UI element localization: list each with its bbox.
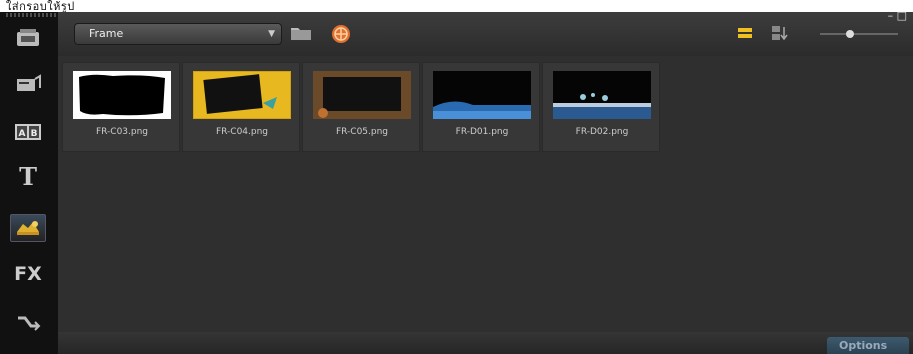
file-name: FR-D01.png — [455, 127, 509, 137]
thumbnail-frame-blue-wave — [433, 71, 531, 119]
list-item[interactable]: FR-D02.png — [542, 62, 660, 152]
file-name: FR-C03.png — [95, 127, 149, 137]
svg-text:A: A — [19, 129, 26, 139]
filter-icon[interactable]: FX — [10, 260, 46, 288]
media-library-icon[interactable] — [10, 24, 46, 52]
thumbnail-frame-torn-white — [73, 71, 171, 119]
status-bar: Options — [58, 332, 913, 354]
category-dropdown[interactable]: Frame ▼ — [74, 23, 282, 45]
folder-icon[interactable] — [290, 24, 312, 44]
file-name: FR-D02.png — [575, 127, 629, 137]
filter-icon-label: FX — [14, 263, 42, 285]
thumbnail-grid: FR-C03.png FR-C04.png FR-C05.png FR-D01.… — [58, 56, 913, 332]
thumbnail-frame-blue-splash — [553, 71, 651, 119]
library-toolbar: Frame ▼ – □ — [58, 9, 913, 56]
path-icon[interactable] — [10, 308, 46, 336]
library-sidebar: AB T FX — [0, 12, 66, 354]
list-view-icon[interactable] — [736, 24, 758, 44]
graphic-icon[interactable] — [10, 214, 46, 242]
drag-handle[interactable] — [6, 13, 66, 17]
list-item[interactable]: FR-C05.png — [302, 62, 420, 152]
zoom-slider[interactable] — [816, 24, 902, 44]
file-name: FR-C05.png — [335, 127, 389, 137]
file-name: FR-C04.png — [215, 127, 269, 137]
svg-text:B: B — [31, 129, 38, 139]
chevron-down-icon: ▼ — [268, 29, 275, 39]
list-item[interactable]: FR-D01.png — [422, 62, 540, 152]
options-button[interactable]: Options — [827, 337, 909, 354]
sort-icon[interactable] — [770, 24, 792, 44]
transition-icon[interactable]: AB — [10, 118, 46, 146]
title-icon[interactable]: T — [10, 161, 46, 191]
library-panel: AB T FX Frame ▼ – □ FR-C03.png FR-C04.pn… — [0, 9, 913, 354]
list-item[interactable]: FR-C03.png — [62, 62, 180, 152]
globe-icon[interactable] — [330, 24, 352, 44]
list-item[interactable]: FR-C04.png — [182, 62, 300, 152]
top-caption-strip: ใส่กรอบให้รูป — [0, 0, 913, 13]
instant-project-icon[interactable] — [10, 70, 46, 98]
category-value: Frame — [89, 27, 124, 40]
window-controls[interactable]: – □ — [888, 9, 907, 22]
thumbnail-frame-yellow-tape — [193, 71, 291, 119]
title-icon-label: T — [19, 161, 37, 191]
thumbnail-frame-brown-wood — [313, 71, 411, 119]
